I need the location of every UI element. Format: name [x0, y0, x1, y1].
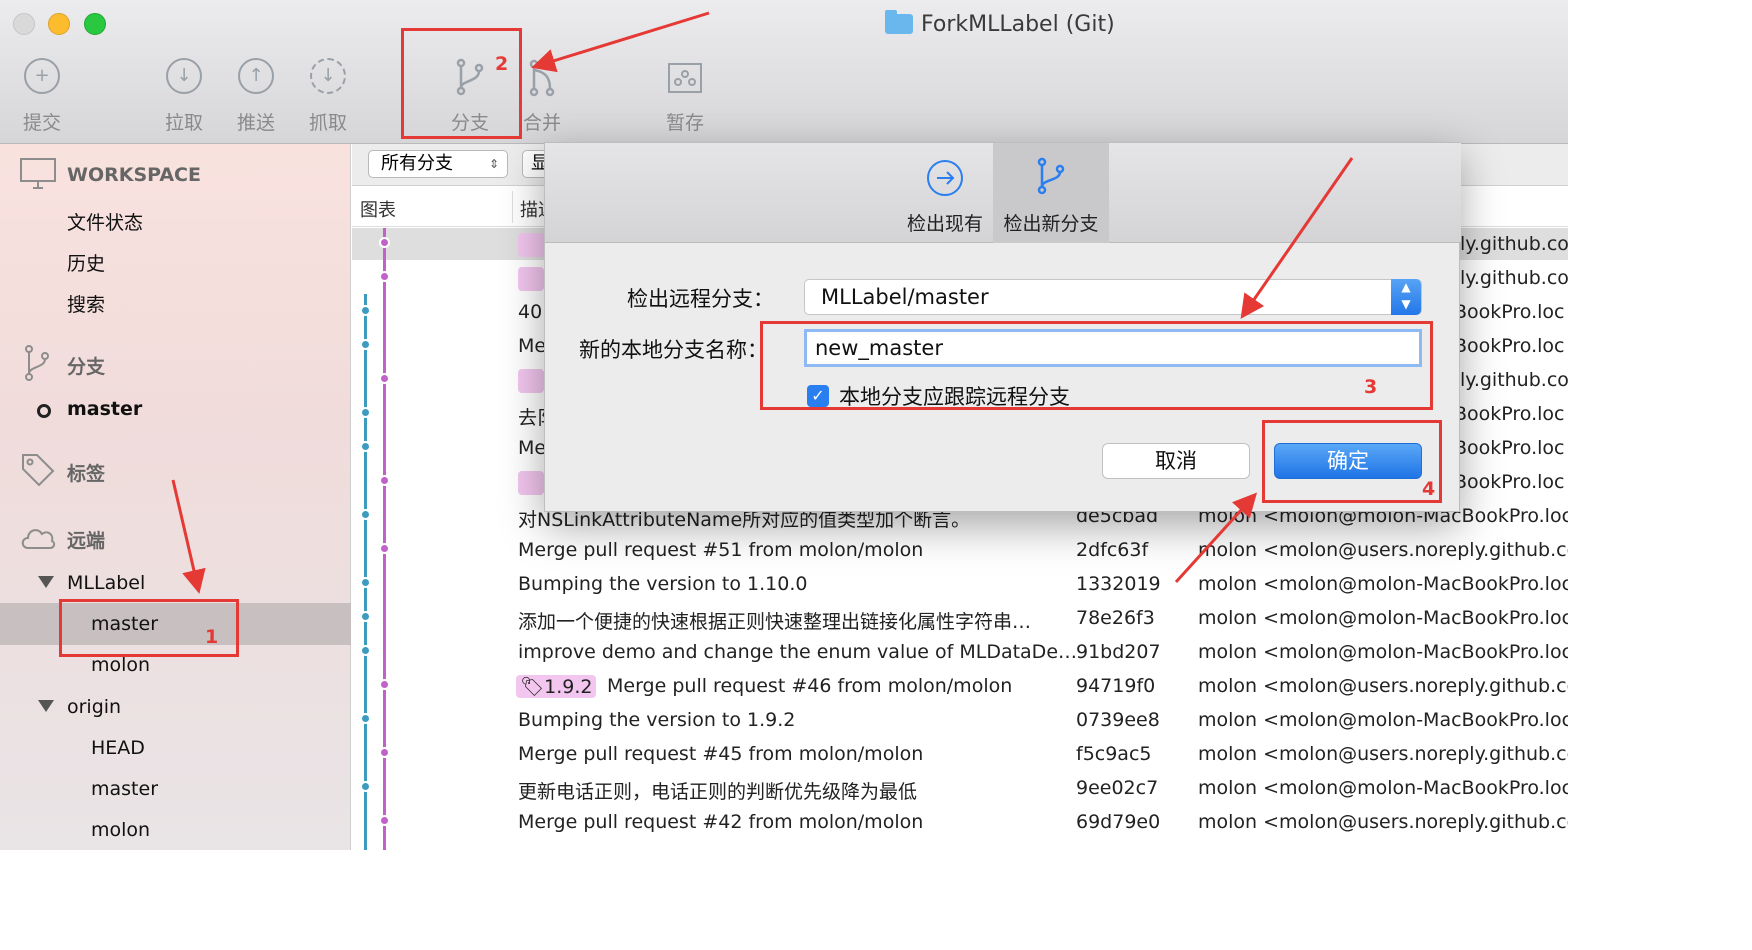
commit-dot	[360, 645, 371, 656]
local-branch-name-label: 新的本地分支名称：	[579, 338, 768, 362]
updown-chevron-icon: ▲ ▼	[1391, 279, 1421, 315]
stash-icon	[668, 63, 702, 93]
arrow-down-icon: ↓	[166, 58, 202, 94]
table-row[interactable]: Bumping the version to 1.9.2 0739ee8 molon…	[352, 704, 1568, 738]
dialog-tabs: 检出现有 检出新分支	[545, 143, 1461, 243]
table-row[interactable]: Merge pull request #42 from molon/molon 6…	[352, 806, 1568, 840]
disclosure-triangle-icon[interactable]	[38, 700, 54, 712]
commit-dot	[360, 781, 371, 792]
commit-dot	[360, 509, 371, 520]
tags-header[interactable]: 标签	[67, 459, 105, 486]
branch-icon	[1037, 157, 1065, 195]
annotation-box-3	[760, 321, 1433, 410]
sidebar-item-origin-molon[interactable]: molon	[91, 819, 150, 841]
remote-branch-select[interactable]: MLLabel/master ▲ ▼	[804, 279, 1422, 315]
commit-dot	[360, 407, 371, 418]
tag-badge-icon	[518, 471, 544, 495]
window-title: ForkMLLabel (Git)	[885, 9, 1115, 39]
branch-filter-select[interactable]: 所有分支 ⇕	[368, 150, 508, 178]
commit-dot	[360, 577, 371, 588]
table-row[interactable]: 添加一个便捷的快速根据正则快速整理出链接化属性字符串… 78e26f3 molon …	[352, 602, 1568, 636]
tag-icon: 🏷	[520, 676, 545, 698]
zoom-window-button[interactable]	[84, 13, 106, 35]
folder-icon	[885, 10, 913, 34]
tag-badge-icon	[518, 267, 544, 291]
remote-branch-label: 检出远程分支：	[627, 287, 774, 311]
commit-dot	[379, 373, 390, 384]
pull-button[interactable]: ↓ 拉取	[144, 58, 224, 135]
graph-column-header[interactable]: 图表	[360, 196, 396, 222]
sidebar-item-search[interactable]: 搜索	[67, 290, 105, 317]
column-divider	[512, 191, 513, 223]
commit-dot	[360, 305, 371, 316]
annotation-number-2: 2	[495, 53, 509, 75]
app-window: ForkMLLabel (Git) + 提交 ↓ 拉取 ↑ 推送 ↓ 抓取 分支 合并 …	[0, 0, 1568, 850]
workspace-header: WORKSPACE	[67, 164, 201, 186]
stash-button[interactable]: 暂存	[645, 58, 725, 135]
current-branch-marker-icon	[37, 404, 51, 418]
merge-icon	[529, 59, 555, 97]
commit-dot	[379, 679, 390, 690]
commit-dot	[379, 237, 390, 248]
annotation-number-4: 4	[1422, 478, 1436, 500]
table-row[interactable]: 更新电话正则，电话正则的判断优先级降为最低 9ee02c7 molon <molon…	[352, 772, 1568, 806]
commit-dot	[360, 441, 371, 452]
close-window-button[interactable]	[13, 13, 35, 35]
sidebar-item-mllabel-molon[interactable]: molon	[91, 654, 150, 676]
annotation-box-2	[401, 28, 522, 139]
commit-dot	[360, 611, 371, 622]
sidebar-item-file-status[interactable]: 文件状态	[67, 208, 143, 235]
table-row[interactable]: Bumping the version to 1.10.0 1332019 molo…	[352, 568, 1568, 602]
commit-dot	[379, 815, 390, 826]
updown-chevron-icon: ⇕	[488, 157, 499, 171]
sidebar-item-master[interactable]: master	[67, 398, 142, 420]
minimize-window-button[interactable]	[48, 13, 70, 35]
tag-badge-icon	[518, 369, 544, 393]
commit-dot	[379, 475, 390, 486]
annotation-number-1: 1	[205, 626, 219, 648]
branch-badge-icon	[518, 233, 544, 257]
commit-dot	[379, 543, 390, 554]
annotation-number-3: 3	[1364, 376, 1378, 398]
toolbar: ForkMLLabel (Git) + 提交 ↓ 拉取 ↑ 推送 ↓ 抓取 分支 合并 …	[0, 0, 1568, 144]
push-button[interactable]: ↑ 推送	[216, 58, 296, 135]
cloud-icon	[21, 529, 56, 549]
fetch-icon: ↓	[310, 58, 346, 94]
monitor-icon	[20, 158, 56, 189]
annotation-box-4	[1262, 420, 1442, 503]
disclosure-triangle-icon[interactable]	[38, 576, 54, 588]
tab-checkout-existing[interactable]: 检出现有	[897, 143, 993, 243]
table-row[interactable]: 🏷1.9.2 Merge pull request #46 from molon/…	[352, 670, 1568, 704]
arrow-up-icon: ↑	[238, 58, 274, 94]
sidebar-item-origin-head[interactable]: HEAD	[91, 737, 145, 759]
sidebar-remote-origin[interactable]: origin	[67, 696, 121, 718]
tab-checkout-new-branch[interactable]: 检出新分支	[993, 143, 1109, 243]
cancel-button[interactable]: 取消	[1102, 443, 1250, 479]
commit-button[interactable]: + 提交	[2, 58, 82, 135]
branch-icon	[25, 345, 49, 381]
commit-dot	[379, 271, 390, 282]
sidebar-item-origin-master[interactable]: master	[91, 778, 158, 800]
tag-badge: 🏷1.9.2	[516, 675, 597, 698]
table-row[interactable]: improve demo and change the enum value o…	[352, 636, 1568, 670]
sidebar-remote-mllabel[interactable]: MLLabel	[67, 572, 145, 594]
branches-header[interactable]: 分支	[67, 352, 105, 379]
commit-dot	[360, 713, 371, 724]
remotes-header[interactable]: 远端	[67, 526, 105, 553]
table-row[interactable]: Merge pull request #45 from molon/molon f…	[352, 738, 1568, 772]
sidebar-item-history[interactable]: 历史	[67, 249, 105, 276]
sidebar: WORKSPACE 文件状态 历史 搜索 分支 master 标签 远端 MLL…	[0, 144, 351, 850]
commit-dot	[360, 339, 371, 350]
commit-dot	[379, 747, 390, 758]
plus-icon: +	[24, 58, 60, 94]
arrow-right-circle-icon	[927, 160, 963, 196]
tag-icon	[22, 454, 55, 487]
table-row[interactable]: Merge pull request #51 from molon/molon 2…	[352, 534, 1568, 568]
fetch-button[interactable]: ↓ 抓取	[288, 58, 368, 135]
